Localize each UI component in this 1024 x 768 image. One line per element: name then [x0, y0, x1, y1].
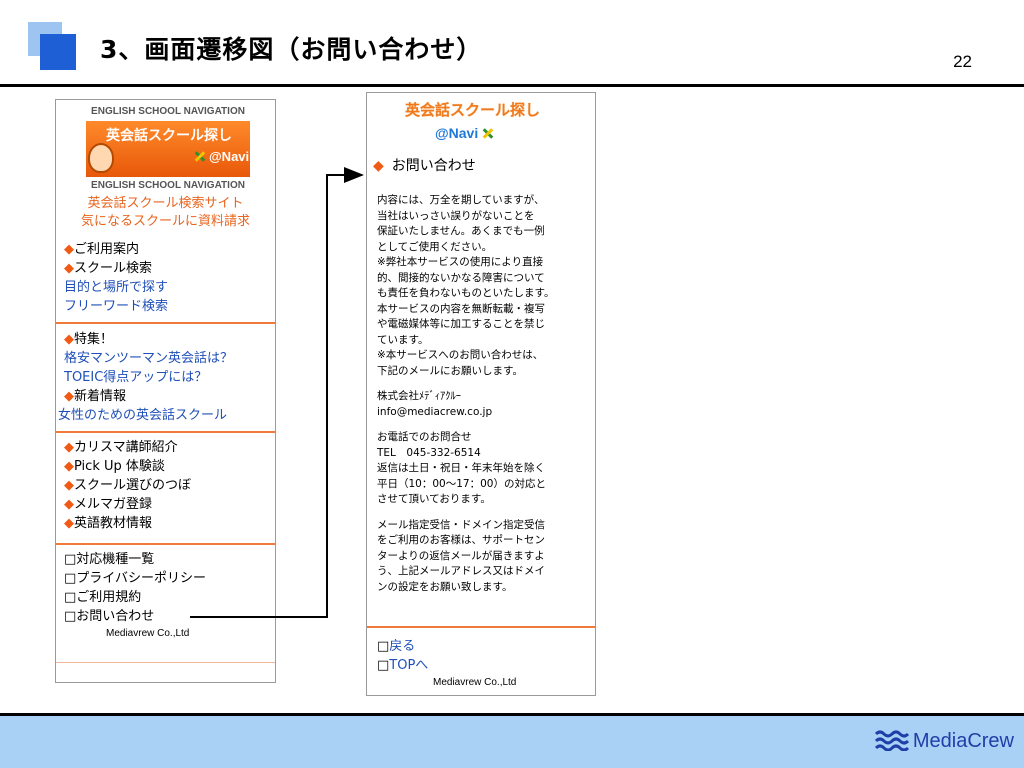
link-privacy-policy[interactable]: プライバシーポリシー	[64, 569, 206, 588]
header-rule	[0, 84, 1024, 87]
body-gap	[377, 420, 597, 430]
link-terms[interactable]: ご利用規約	[64, 588, 206, 607]
body-gap	[377, 508, 597, 518]
body-line: メール指定受信・ドメイン指定受信	[377, 518, 545, 531]
body-gap	[377, 379, 597, 389]
body-line: TEL 045-332-6514	[377, 446, 481, 459]
logo-navi: @Navi	[194, 149, 249, 164]
link-top[interactable]: TOPへ	[389, 658, 428, 673]
logo-navi: @Navi	[435, 125, 497, 141]
menu-item-pickup[interactable]: Pick Up 体験談	[64, 457, 191, 476]
logo-eng-top: ENGLISH SCHOOL NAVIGATION	[91, 106, 245, 117]
cross-icon	[482, 127, 494, 139]
body-line: 的、間接的ないかなる障害について	[377, 271, 545, 284]
body-line: 下記のメールにお願いします。	[377, 364, 523, 377]
menu-section-1: ご利用案内 スクール検索 目的と場所で探す フリーワード検索	[64, 240, 168, 316]
menu-item-teachers[interactable]: カリスマ講師紹介	[64, 438, 191, 457]
wave-icon	[874, 730, 909, 751]
body-line: させて頂いております。	[377, 493, 491, 505]
body-line: info@mediacrew.co.jp	[377, 405, 493, 418]
footer-divider	[56, 662, 275, 663]
contact-nav: □戻る □TOPへ	[377, 639, 429, 673]
menu-section-4: 対応機種一覧 プライバシーポリシー ご利用規約 お問い合わせ	[64, 550, 206, 626]
link-toeic-score[interactable]: TOEIC得点アップには？	[64, 368, 233, 387]
left-footer: Mediavrew Co.,Ltd	[106, 628, 190, 639]
site-logo-small: 英会話スクール探し @Navi	[399, 99, 559, 149]
contact-page-screen: 英会話スクール探し @Navi ◆ お問い合わせ 内容には、万全を期していますが、…	[366, 92, 596, 696]
slide-title: 3、画面遷移図（お問い合わせ）	[100, 35, 483, 64]
body-line: や電磁媒体等に加工することを禁じ	[377, 318, 545, 330]
section-divider	[56, 543, 275, 545]
link-women-school[interactable]: 女性のための英会話スクール	[58, 406, 233, 425]
section-divider	[367, 626, 595, 628]
body-line: ンの設定をお願い致します。	[377, 580, 513, 593]
body-line: う、上記メールアドレス又はドメイ	[377, 565, 545, 577]
body-line: ターよりの返信メールが届きますよ	[377, 549, 545, 562]
body-line: ています。	[377, 333, 429, 346]
body-line: ※本サービスへのお問い合わせは、	[377, 349, 544, 361]
contact-heading: ◆ お問い合わせ	[373, 158, 476, 174]
top-page-screen: ENGLISH SCHOOL NAVIGATION 英会話スクール探し @Nav…	[55, 99, 276, 683]
body-line: 内容には、万全を期していますが、	[377, 194, 545, 206]
body-line: 当社はいっさい誤りがないことを	[377, 209, 535, 222]
menu-item-mailmag[interactable]: メルマガ登録	[64, 495, 191, 514]
menu-section-3: カリスマ講師紹介 Pick Up 体験談 スクール選びのつぼ メルマガ登録 英語…	[64, 438, 191, 533]
body-line: 返信は土日・祝日・年末年始を除く	[377, 462, 545, 474]
brand-logo: MediaCrew	[874, 729, 1014, 753]
right-footer: Mediavrew Co.,Ltd	[433, 677, 517, 688]
logo-jp-name: 英会話スクール探し	[106, 128, 232, 144]
cross-icon	[194, 150, 206, 162]
body-line: ※弊社本サービスの使用により直接	[377, 256, 544, 268]
title-decoration	[28, 22, 76, 70]
body-line: 株式会社ﾒﾃﾞｨｱｸﾙｰ	[377, 390, 461, 402]
link-contact[interactable]: お問い合わせ	[64, 607, 206, 626]
menu-item-guide[interactable]: ご利用案内	[64, 240, 168, 259]
link-search-purpose-place[interactable]: 目的と場所で探す	[64, 278, 168, 297]
site-logo: ENGLISH SCHOOL NAVIGATION 英会話スクール探し @Nav…	[86, 106, 250, 192]
body-line: をご利用のお客様は、サポートセン	[377, 534, 545, 546]
link-freeword-search[interactable]: フリーワード検索	[64, 297, 168, 316]
section-divider	[56, 431, 275, 433]
body-line: お電話でのお問合せ	[377, 431, 472, 443]
body-line: 本サービスの内容を無断転載・複写	[377, 302, 545, 315]
link-cheap-mantoman[interactable]: 格安マンツーマン英会話は？	[64, 349, 233, 368]
body-line: 平日（10：00〜17：00）の対応と	[377, 477, 546, 490]
link-back[interactable]: 戻る	[389, 639, 415, 654]
diamond-icon: ◆	[373, 158, 384, 174]
mascot-icon	[88, 143, 114, 173]
contact-body-text: 内容には、万全を期していますが、 当社はいっさい誤りがないことを 保証いたしません。…	[377, 193, 597, 595]
link-supported-devices[interactable]: 対応機種一覧	[64, 550, 206, 569]
menu-item-news[interactable]: 新着情報	[64, 387, 233, 406]
logo-jp-name: 英会話スクール探し	[405, 101, 541, 119]
menu-item-school-search[interactable]: スクール検索	[64, 259, 168, 278]
menu-item-tips[interactable]: スクール選びのつぼ	[64, 476, 191, 495]
menu-item-materials[interactable]: 英語教材情報	[64, 514, 191, 533]
body-line: としてご使用ください。	[377, 240, 493, 253]
site-tagline: 英会話スクール検索サイト 気になるスクールに資料請求	[80, 196, 250, 229]
page-number: 22	[953, 52, 972, 71]
section-divider	[56, 322, 275, 324]
body-line: 保証いたしません。あくまでも一例	[377, 225, 545, 237]
menu-section-2: 特集！ 格安マンツーマン英会話は？ TOEIC得点アップには？ 新着情報 女性の…	[58, 330, 233, 425]
footer-band	[0, 713, 1024, 768]
body-line: も責任を負わないものといたします。	[377, 287, 555, 299]
logo-banner: 英会話スクール探し @Navi	[86, 121, 250, 177]
menu-item-feature[interactable]: 特集！	[64, 330, 233, 349]
logo-eng-bottom: ENGLISH SCHOOL NAVIGATION	[91, 180, 245, 191]
